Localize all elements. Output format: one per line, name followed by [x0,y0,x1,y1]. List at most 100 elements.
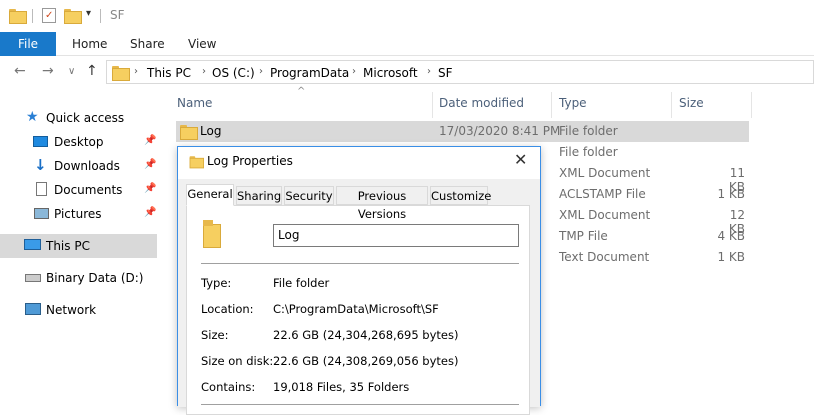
new-folder-icon[interactable] [64,9,82,24]
tab-previous-versions[interactable]: Previous Versions [336,186,428,221]
file-type: Text Document [559,250,650,264]
star-icon: ★ [26,109,39,125]
general-panel: Log Type: File folder Location: C:\Progr… [186,205,530,415]
pin-icon[interactable]: 📌 [144,135,156,146]
tab-file[interactable]: File [0,32,56,56]
tab-home[interactable]: Home [72,32,107,56]
pin-icon[interactable]: 📌 [144,207,156,218]
ribbon: File Home Share View [0,32,814,56]
chevron-right-icon[interactable]: › [202,66,206,77]
drive-icon [25,274,41,282]
navigation-pane: ★ Quick access Desktop 📌 ↓ Downloads 📌 D… [0,88,160,401]
file-type: XML Document [559,166,651,180]
sidebar-item-documents[interactable]: Documents 📌 [0,178,157,202]
recent-locations-icon[interactable]: ∨ [68,66,75,77]
contains-value: 19,018 Files, 35 Folders [273,380,410,394]
folder-icon [9,9,27,24]
file-type: File folder [559,145,618,159]
properties-dialog: Log Properties ✕ Log Type: File folder L… [177,146,541,415]
dialog-title: Log Properties [207,154,293,168]
folder-name-input[interactable]: Log [273,224,519,247]
tab-general[interactable]: General [186,184,234,206]
type-label: Type: [201,276,232,290]
back-arrow-icon[interactable]: ← [14,63,26,79]
computer-icon [24,239,41,250]
title-bar: ✓ ▾ SF [0,0,814,32]
location-label: Location: [201,302,254,316]
forward-arrow-icon[interactable]: → [42,63,54,79]
tab-sharing[interactable]: Sharing [236,186,282,205]
size-label: Size: [201,328,229,342]
sidebar-item-label: Desktop [54,135,104,149]
breadcrumb-this-pc[interactable]: This PC [147,66,191,80]
folder-icon [189,156,204,169]
pictures-icon [34,208,49,219]
tab-share[interactable]: Share [130,32,165,56]
contains-label: Contains: [201,380,256,394]
divider [32,9,33,23]
sidebar-item-network[interactable]: Network [0,298,157,322]
divider [201,404,519,405]
column-divider[interactable] [671,92,672,118]
properties-icon[interactable]: ✓ [42,8,56,23]
address-bar[interactable]: › This PC › OS (C:) › ProgramData › Micr… [106,60,814,84]
desktop-icon [33,136,48,147]
file-date: 17/03/2020 8:41 PM [439,124,561,138]
sidebar-item-label: This PC [46,239,90,253]
file-type: TMP File [559,229,608,243]
tab-security[interactable]: Security [284,186,334,205]
up-arrow-icon[interactable]: ↑ [86,63,98,79]
chevron-right-icon[interactable]: › [427,66,431,77]
chevron-right-icon[interactable]: › [134,66,138,77]
pin-icon[interactable]: 📌 [144,159,156,170]
location-value: C:\ProgramData\Microsoft\SF [273,302,439,316]
tab-customize[interactable]: Customize [430,186,491,205]
breadcrumb-programdata[interactable]: ProgramData [270,66,349,80]
file-size: 1 KB [717,187,745,201]
chevron-right-icon[interactable]: › [259,66,263,77]
customize-toolbar-icon[interactable]: ▾ [86,8,91,19]
close-icon[interactable]: ✕ [514,150,527,169]
column-header-size[interactable]: Size [679,96,704,110]
sidebar-item-label: Binary Data (D:) [46,271,144,285]
download-arrow-icon: ↓ [34,156,47,174]
file-type: XML Document [559,208,651,222]
column-divider[interactable] [751,92,752,118]
breadcrumb-microsoft[interactable]: Microsoft [363,66,418,80]
divider [201,263,519,264]
sidebar-item-desktop[interactable]: Desktop 📌 [0,130,157,154]
tab-view[interactable]: View [188,32,216,56]
file-size: 1 KB [717,250,745,264]
column-divider[interactable] [551,92,552,118]
sidebar-item-label: Pictures [54,207,102,221]
folder-icon [112,66,130,81]
divider [100,9,101,23]
breadcrumb-os-c[interactable]: OS (C:) [212,66,255,80]
sidebar-item-binary-data[interactable]: Binary Data (D:) [0,266,157,290]
column-header-date[interactable]: Date modified [439,96,524,110]
table-row[interactable]: Log 17/03/2020 8:41 PM File folder [176,121,749,142]
window-title: SF [110,8,125,22]
chevron-right-icon[interactable]: › [352,66,356,77]
file-type: ACLSTAMP File [559,187,646,201]
sidebar-item-quick-access[interactable]: ★ Quick access [0,106,157,130]
sidebar-item-label: Network [46,303,97,317]
address-row: ← → ∨ ↑ › This PC › OS (C:) › ProgramDat… [0,57,814,87]
pin-icon[interactable]: 📌 [144,183,156,194]
file-name: Log [200,124,222,138]
sidebar-item-label: Downloads [54,159,120,173]
sidebar-item-pictures[interactable]: Pictures 📌 [0,202,157,226]
network-icon [25,303,41,315]
column-header-type[interactable]: Type [559,96,587,110]
sidebar-item-label: Documents [54,183,123,197]
folder-large-icon [203,220,221,248]
sort-up-icon: ^ [297,86,306,97]
size-on-disk-value: 22.6 GB (24,308,269,056 bytes) [273,354,459,368]
breadcrumb-sf[interactable]: SF [438,66,453,80]
column-divider[interactable] [432,92,433,118]
document-icon [36,182,47,196]
sidebar-item-downloads[interactable]: ↓ Downloads 📌 [0,154,157,178]
column-header-name[interactable]: Name [177,96,212,110]
sidebar-item-this-pc[interactable]: This PC [0,234,157,258]
size-on-disk-label: Size on disk: [201,354,274,368]
